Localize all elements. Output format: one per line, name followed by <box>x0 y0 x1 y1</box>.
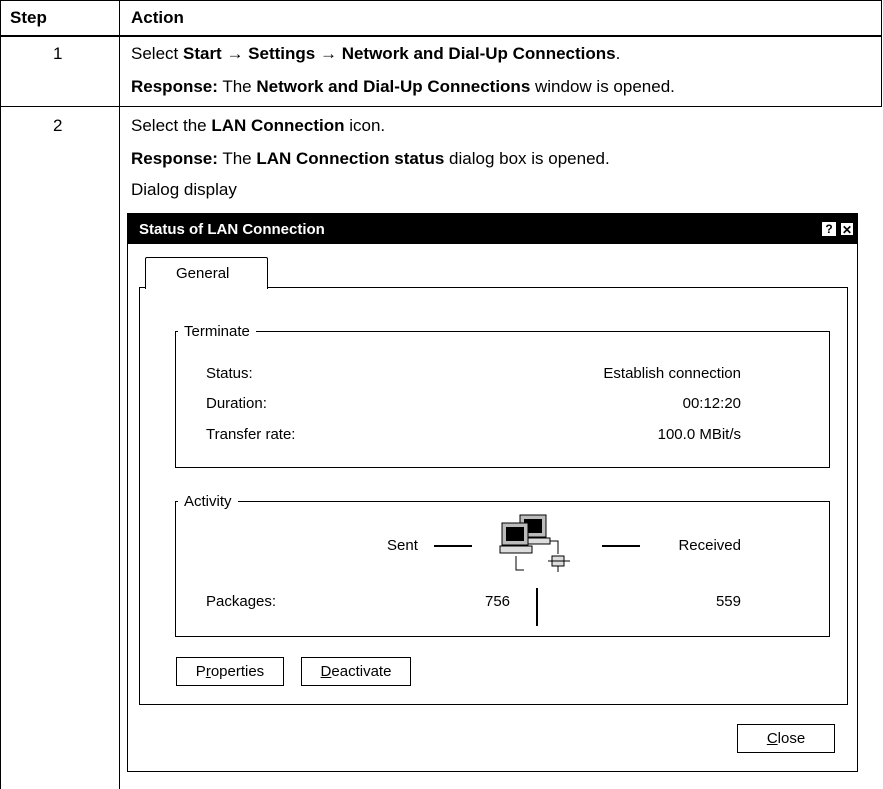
table-border-left <box>0 0 1 789</box>
lan-status-dialog: Status of LAN Connection ? ✕ General Ter… <box>127 213 858 772</box>
header-step: Step <box>10 8 47 27</box>
transfer-rate-label: Transfer rate: <box>206 426 296 443</box>
network-computers-icon <box>499 514 570 572</box>
duration-label: Duration: <box>206 395 267 412</box>
table-border-right <box>881 0 882 107</box>
step-number: 1 <box>53 44 63 63</box>
activity-group-label: Activity <box>178 493 238 510</box>
status-label: Status: <box>206 365 253 382</box>
action-line: Select Start → Settings → Network and Di… <box>131 44 621 63</box>
deactivate-button[interactable]: Deactivate <box>301 657 411 686</box>
response-line: Response: The Network and Dial-Up Connec… <box>131 77 675 96</box>
terminate-group-label: Terminate <box>178 323 256 340</box>
dialog-caption: Dialog display <box>131 180 237 199</box>
terminate-group: Terminate Status: Establish connection D… <box>175 323 830 468</box>
properties-button[interactable]: Properties <box>176 657 284 686</box>
help-button[interactable]: ? <box>822 222 836 236</box>
header-action: Action <box>131 8 184 27</box>
response-line: Response: The LAN Connection status dial… <box>131 149 610 168</box>
received-line <box>602 545 640 547</box>
table-border-top <box>0 0 882 1</box>
received-label: Received <box>678 537 741 554</box>
close-button[interactable]: Close <box>737 724 835 753</box>
table-row-divider <box>0 106 882 107</box>
tab-general-label: General <box>176 265 230 282</box>
activity-group: Activity Sent Received Packages: 756 559 <box>175 493 830 637</box>
dialog-title: Status of LAN Connection <box>139 221 325 238</box>
packages-received-value: 559 <box>715 593 741 610</box>
sent-label: Sent <box>387 537 418 554</box>
packages-sent-value: 756 <box>485 593 511 610</box>
sent-line <box>434 545 472 547</box>
close-icon[interactable]: ✕ <box>840 222 854 237</box>
dialog-titlebar: Status of LAN Connection ? ✕ <box>128 214 857 244</box>
transfer-rate-value: 100.0 MBit/s <box>657 426 741 443</box>
table-column-divider <box>119 0 120 789</box>
table-header-divider <box>0 35 882 37</box>
duration-value: 00:12:20 <box>682 395 741 412</box>
step-number: 2 <box>53 116 63 135</box>
tab-general[interactable]: General <box>145 257 268 289</box>
packages-label: Packages: <box>206 593 277 610</box>
activity-divider <box>536 588 538 626</box>
status-value: Establish connection <box>603 365 741 382</box>
action-line: Select the LAN Connection icon. <box>131 116 386 135</box>
